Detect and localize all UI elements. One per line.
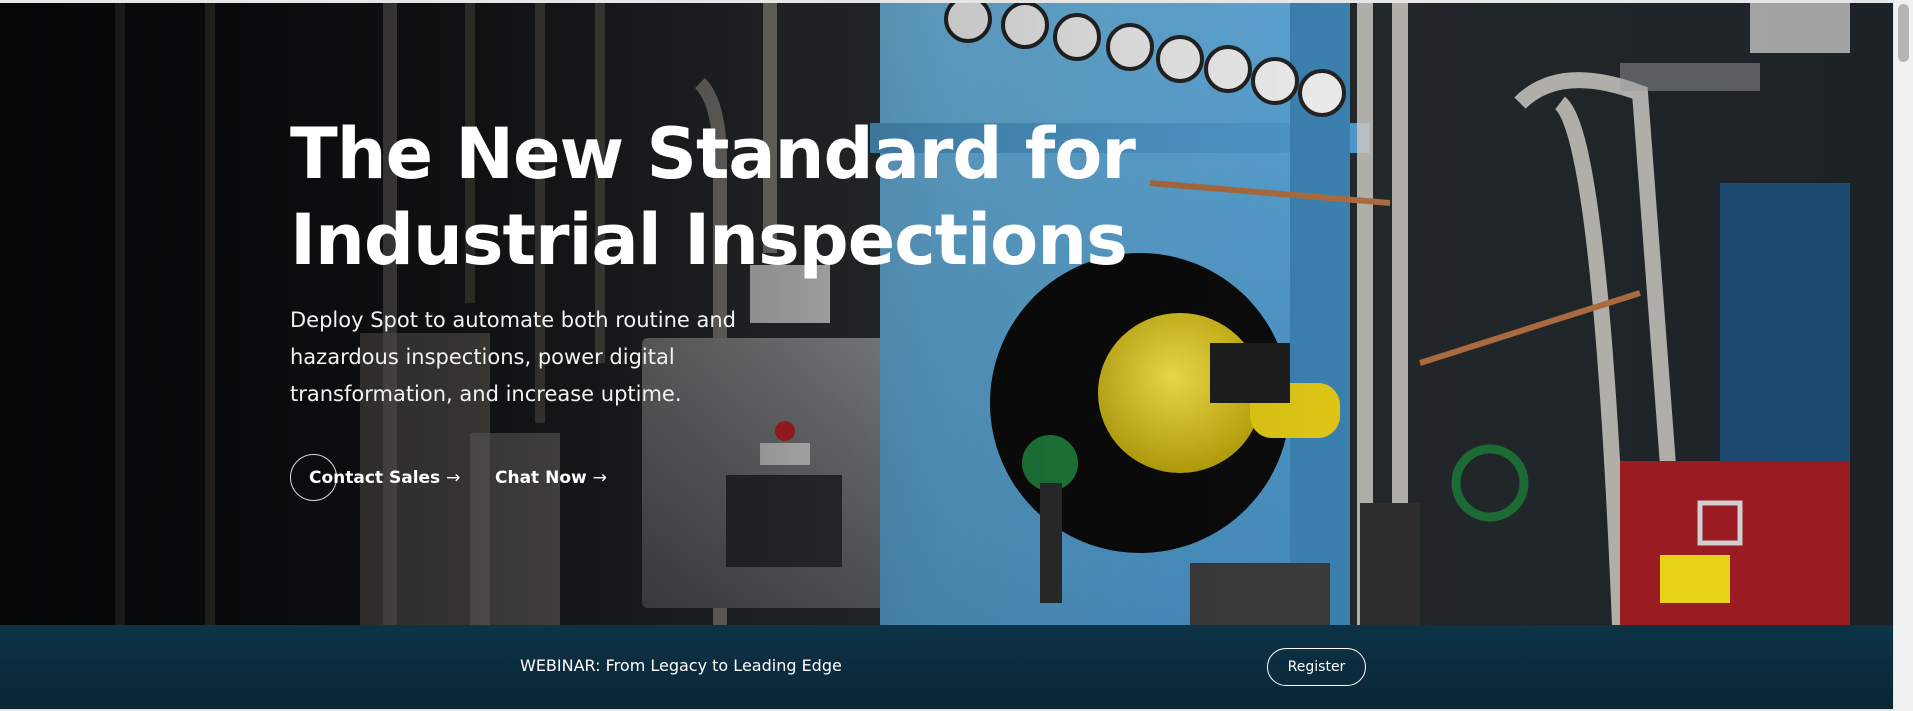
- contact-sales-label: Contact Sales: [309, 468, 441, 488]
- contact-sales-link[interactable]: Contact Sales →: [309, 468, 460, 488]
- page: The New Standard for Industrial Inspecti…: [0, 0, 1913, 711]
- arrow-right-icon: →: [446, 468, 461, 488]
- webinar-text: WEBINAR: From Legacy to Leading Edge: [520, 656, 842, 675]
- register-button[interactable]: Register: [1267, 648, 1366, 686]
- hero-title-line-2: Industrial Inspections: [290, 199, 1128, 281]
- chat-now-link[interactable]: Chat Now →: [495, 468, 607, 488]
- chat-now-label: Chat Now: [495, 468, 587, 488]
- hero-title: The New Standard for Industrial Inspecti…: [290, 111, 1190, 283]
- arrow-right-icon: →: [592, 468, 607, 488]
- scrollbar-thumb[interactable]: [1898, 4, 1909, 62]
- hero-title-line-1: The New Standard for: [290, 113, 1136, 195]
- hero-subtitle: Deploy Spot to automate both routine and…: [290, 308, 737, 406]
- vertical-scrollbar[interactable]: [1893, 0, 1913, 711]
- webinar-banner: WEBINAR: From Legacy to Leading Edge Reg…: [0, 625, 1893, 709]
- hero-section: The New Standard for Industrial Inspecti…: [0, 3, 1893, 625]
- hero-overlay: [0, 3, 1893, 625]
